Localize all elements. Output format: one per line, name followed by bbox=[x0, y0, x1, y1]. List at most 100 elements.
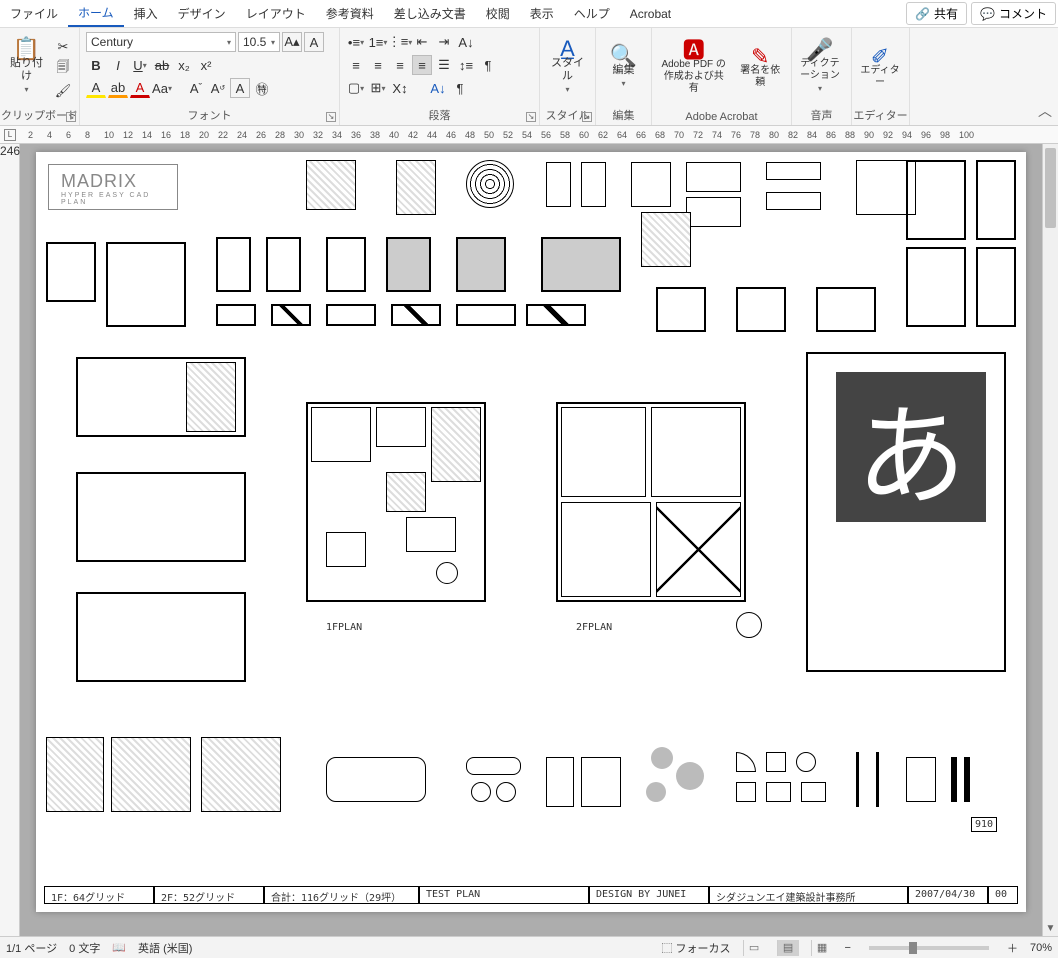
status-words[interactable]: 0 文字 bbox=[69, 940, 100, 956]
menu-home[interactable]: ホーム bbox=[68, 0, 124, 27]
line-spacing-button[interactable]: ↕≡ bbox=[456, 55, 476, 75]
paragraph-marks-button[interactable]: ¶ bbox=[450, 78, 470, 98]
clipboard-dialog-launcher[interactable]: ↘ bbox=[66, 112, 76, 122]
comment-button[interactable]: 💬コメント bbox=[971, 2, 1056, 25]
align-left-button[interactable]: ≡ bbox=[346, 55, 366, 75]
char-border-button[interactable]: A bbox=[230, 78, 250, 98]
distribute-button[interactable]: ☰ bbox=[434, 55, 454, 75]
collapse-ribbon-button[interactable]: ︿ bbox=[1038, 101, 1052, 121]
ruler-horizontal[interactable]: L 24681012141618202224262830323436384042… bbox=[0, 126, 1058, 144]
indent-inc-button[interactable]: ⇥ bbox=[434, 32, 454, 52]
change-case-button[interactable]: Aa▾ bbox=[152, 78, 172, 98]
ruler-vertical[interactable]: 2468101214161820222426283032343638 bbox=[0, 144, 20, 936]
share-button[interactable]: 🔗共有 bbox=[906, 2, 967, 25]
furniture-icon bbox=[581, 162, 606, 207]
subscript-button[interactable]: x₂ bbox=[174, 55, 194, 75]
grow-font-button[interactable]: A▴ bbox=[282, 32, 302, 52]
menu-review[interactable]: 校閲 bbox=[476, 1, 520, 26]
editor-btn-label: エディター bbox=[860, 65, 900, 89]
text-direction-button[interactable]: X↕ bbox=[390, 78, 410, 98]
font-size-select[interactable]: 10.5▾ bbox=[238, 32, 280, 52]
font-color-button[interactable]: A bbox=[130, 78, 150, 98]
zoom-value[interactable]: 70% bbox=[1030, 942, 1052, 954]
paragraph-dialog-launcher[interactable]: ↘ bbox=[526, 112, 536, 122]
align-justify-button[interactable]: ≡ bbox=[412, 55, 432, 75]
scroll-thumb-v[interactable] bbox=[1045, 148, 1056, 228]
highlight-button[interactable]: A bbox=[86, 78, 106, 98]
align-right-button[interactable]: ≡ bbox=[390, 55, 410, 75]
align-center-button[interactable]: ≡ bbox=[368, 55, 388, 75]
text-effects-button[interactable]: ab bbox=[108, 78, 128, 98]
styles-icon: A̲ bbox=[560, 42, 575, 55]
plan2f-label: 2FPLAN bbox=[576, 622, 612, 633]
tab-selector[interactable]: L bbox=[4, 129, 16, 141]
focus-mode-button[interactable]: ⬚ フォーカス bbox=[661, 940, 730, 956]
menu-layout[interactable]: レイアウト bbox=[236, 1, 316, 26]
editing-button[interactable]: 🔍 編集 ▾ bbox=[602, 32, 645, 106]
room-icon bbox=[561, 502, 651, 597]
rug-icon bbox=[386, 237, 431, 292]
menu-view[interactable]: 表示 bbox=[520, 1, 564, 26]
menu-acrobat[interactable]: Acrobat bbox=[620, 3, 681, 25]
italic-button[interactable]: I bbox=[108, 55, 128, 75]
view-print-button[interactable]: ▤ bbox=[777, 940, 799, 956]
menu-insert[interactable]: 挿入 bbox=[124, 1, 168, 26]
strike-button[interactable]: ab bbox=[152, 55, 172, 75]
status-page[interactable]: 1/1 ページ bbox=[6, 940, 57, 956]
zoom-slider[interactable] bbox=[869, 946, 989, 950]
font-name-select[interactable]: Century▾ bbox=[86, 32, 236, 52]
document-area[interactable]: MADRIX HYPER EASY CAD PLAN bbox=[20, 144, 1042, 936]
bold-button[interactable]: B bbox=[86, 55, 106, 75]
menu-references[interactable]: 参考資料 bbox=[316, 1, 384, 26]
styles-button[interactable]: A̲ スタイル ▾ bbox=[546, 32, 589, 106]
menu-design[interactable]: デザイン bbox=[168, 1, 236, 26]
scrollbar-vertical[interactable]: ▲ ▼ bbox=[1042, 144, 1058, 936]
adobe-sign-button[interactable]: ✎ 署名を依頼 bbox=[735, 32, 785, 106]
zoom-in-button[interactable]: ＋ bbox=[1007, 940, 1018, 956]
menu-help[interactable]: ヘルプ bbox=[564, 1, 620, 26]
multilevel-button[interactable]: ⋮≡▾ bbox=[390, 32, 410, 52]
status-language[interactable]: 英語 (米国) bbox=[138, 940, 192, 956]
group-clipboard: 📋 貼り付け ▾ ✂ 🗐 🖌 クリップボード ↘ bbox=[0, 28, 80, 125]
numbering-button[interactable]: 1≡▾ bbox=[368, 32, 388, 52]
group-font: Century▾ 10.5▾ A▴ A B I U▾ ab x₂ x² A ab… bbox=[80, 28, 340, 125]
clear-format-button[interactable]: A↺ bbox=[208, 78, 228, 98]
indent-dec-button[interactable]: ⇤ bbox=[412, 32, 432, 52]
view-web-button[interactable]: ▦ bbox=[811, 940, 833, 956]
scroll-down-arrow[interactable]: ▼ bbox=[1043, 923, 1058, 934]
paste-button[interactable]: 📋 貼り付け ▾ bbox=[6, 32, 47, 106]
show-marks-button[interactable]: ¶ bbox=[478, 55, 498, 75]
shrink-font-button[interactable]: A bbox=[304, 32, 324, 52]
view-read-button[interactable]: ▭ bbox=[743, 940, 765, 956]
underline-button[interactable]: U▾ bbox=[130, 55, 150, 75]
sort-button[interactable]: A↓ bbox=[456, 32, 476, 52]
copy-button[interactable]: 🗐 bbox=[53, 59, 73, 79]
enclose-char-button[interactable]: ㊕ bbox=[252, 78, 272, 98]
room-block bbox=[76, 472, 246, 562]
menu-file[interactable]: ファイル bbox=[0, 1, 68, 26]
sort-az-button[interactable]: A↓ bbox=[428, 78, 448, 98]
cell-testplan: TEST PLAN bbox=[419, 886, 589, 904]
menu-mailings[interactable]: 差し込み文書 bbox=[384, 1, 476, 26]
format-painter-button[interactable]: 🖌 bbox=[53, 81, 73, 101]
bullets-button[interactable]: •≡▾ bbox=[346, 32, 366, 52]
superscript-button[interactable]: x² bbox=[196, 55, 216, 75]
page[interactable]: MADRIX HYPER EASY CAD PLAN bbox=[36, 152, 1026, 912]
spellcheck-icon[interactable]: 📖 bbox=[112, 941, 126, 954]
cell-office: シダジュンエイ建築設計事務所 bbox=[709, 886, 908, 904]
zoom-out-button[interactable]: − bbox=[845, 942, 851, 954]
shading-button[interactable]: ▢▾ bbox=[346, 78, 366, 98]
editor-button[interactable]: ✐ エディター bbox=[858, 32, 902, 106]
cut-button[interactable]: ✂ bbox=[53, 37, 73, 57]
dictate-button[interactable]: 🎤 ディクテーション ▾ bbox=[798, 32, 842, 106]
phonetic-button[interactable]: Aˇ bbox=[186, 78, 206, 98]
room-icon bbox=[906, 247, 966, 327]
group-voice: 🎤 ディクテーション ▾ 音声 bbox=[792, 28, 852, 125]
adobe-create-button[interactable]: 🅰 Adobe PDF の作成および共有 bbox=[658, 32, 729, 106]
font-dialog-launcher[interactable]: ↘ bbox=[326, 112, 336, 122]
symbol-icon bbox=[796, 752, 816, 772]
styles-dialog-launcher[interactable]: ↘ bbox=[582, 112, 592, 122]
zoom-slider-thumb[interactable] bbox=[909, 942, 917, 954]
borders-button[interactable]: ⊞▾ bbox=[368, 78, 388, 98]
column-icon bbox=[964, 757, 970, 802]
